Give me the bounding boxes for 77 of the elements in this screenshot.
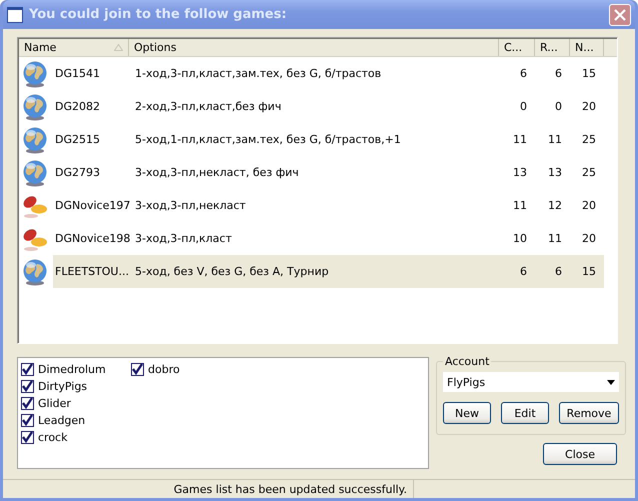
player-label[interactable]: crock — [38, 431, 68, 444]
checkbox[interactable] — [21, 380, 34, 393]
table-cell-text: DGNovice197 — [54, 198, 129, 214]
column-header[interactable]: C... — [499, 39, 535, 56]
caret-icon — [607, 380, 615, 384]
game-row[interactable]: FLEETSTOU... 5-ход, без V, без G, без A, Турнир 6 6 15 — [19, 255, 617, 288]
player-label[interactable]: dobro — [148, 363, 180, 376]
checkbox[interactable] — [21, 414, 34, 427]
sort-arrow-icon — [114, 44, 123, 51]
column-header[interactable]: N... — [570, 39, 604, 56]
table-cell-text: 3-ход,3-пл,некласт — [134, 198, 247, 214]
table-cell-text: 6 — [519, 66, 528, 82]
player-label[interactable]: DirtyPigs — [38, 380, 88, 393]
checkbox[interactable] — [21, 363, 34, 376]
close-dialog-button[interactable]: Close — [543, 443, 617, 465]
table-cell-text: 25 — [581, 132, 597, 148]
player-label[interactable]: Dimedrolum — [38, 363, 106, 376]
game-row[interactable]: DG2082 2-ход,3-пл,класт,без фич 0 0 20 — [19, 90, 617, 123]
table-cell-text: 13 — [512, 165, 528, 181]
table-cell-text: DG1541 — [54, 66, 101, 82]
globe-icon — [21, 126, 49, 154]
game-row[interactable]: DGNovice197 3-ход,3-пл,некласт 11 12 20 — [19, 189, 617, 222]
group-label: Account — [444, 355, 490, 368]
game-row[interactable]: DG2793 3-ход,3-пл,некласт, без фич 13 13 25 — [19, 156, 617, 189]
table-cell-text: 11 — [547, 132, 563, 148]
player-label[interactable]: Glider — [38, 397, 71, 410]
close-icon — [614, 8, 626, 20]
table-cell-text: 20 — [581, 231, 597, 247]
game-row[interactable]: DGNovice198 3-ход,3-пл,класт 10 11 20 — [19, 222, 617, 255]
table-cell-text: 10 — [512, 231, 528, 247]
table-cell: 6 — [499, 255, 535, 288]
checkbox[interactable] — [21, 397, 34, 410]
table-cell: 6 — [535, 255, 570, 288]
account-button[interactable]: Edit — [501, 402, 549, 424]
table-cell-text: 2-ход,3-пл,класт,без фич — [134, 99, 282, 115]
table-cell-text: 11 — [512, 198, 528, 214]
table-cell: FLEETSTOU... — [53, 255, 129, 288]
account-dropdown[interactable]: FlyPigs — [443, 372, 619, 392]
table-cell-text: 0 — [554, 99, 563, 115]
table-cell-text: 20 — [581, 198, 597, 214]
table-cell-text: 25 — [581, 165, 597, 181]
table-cell-text: 3-ход,3-пл,некласт, без фич — [134, 165, 300, 181]
checkbox[interactable] — [131, 363, 144, 376]
column-header[interactable]: R... — [535, 39, 570, 56]
game-row[interactable]: DG1541 1-ход,3-пл,класт,зам.тех, без G, б/трастов 6 6 15 — [19, 57, 617, 90]
table-cell-text: 12 — [547, 198, 563, 214]
column-header[interactable]: Options — [129, 39, 499, 56]
game-row[interactable]: DG2515 5-ход,1-пл,класт,зам.тех, без G, б/трастов,+1 11 11 25 — [19, 123, 617, 156]
globe-icon — [21, 158, 49, 186]
table-cell-text: 1-ход,3-пл,класт,зам.тех, без G, б/трастов — [134, 66, 382, 82]
account-button[interactable]: Remove — [559, 402, 619, 424]
window-icon — [7, 6, 23, 22]
account-button[interactable]: New — [443, 402, 491, 424]
table-cell-text: 13 — [547, 165, 563, 181]
table-cell-text: 11 — [512, 132, 528, 148]
globe-icon — [21, 258, 49, 286]
table-cell-text: 15 — [581, 66, 597, 82]
table-cell-text: 6 — [554, 66, 563, 82]
close-button[interactable] — [609, 4, 631, 26]
table-cell-text: 3-ход,3-пл,класт — [134, 231, 233, 247]
globe-icon — [21, 92, 49, 120]
table-cell-text: DG2082 — [54, 99, 101, 115]
globe-icon — [21, 60, 49, 88]
table-cell-text: 11 — [547, 231, 563, 247]
table-cell: 15 — [570, 255, 604, 288]
column-header[interactable]: Name — [19, 39, 129, 56]
checkbox[interactable] — [21, 431, 34, 444]
status-text: Games list has been updated successfully. — [3, 480, 414, 498]
table-cell: 5-ход, без V, без G, без A, Турнир — [129, 255, 499, 288]
table-cell-text: DGNovice198 — [54, 231, 129, 247]
table-cell-text: 0 — [519, 99, 528, 115]
window-title: You could join to the follow games: — [29, 7, 288, 22]
player-label[interactable]: Leadgen — [38, 414, 86, 427]
table-cell-text: 20 — [581, 99, 597, 115]
table-cell-text: DG2793 — [54, 165, 101, 181]
table-cell-text: 5-ход,1-пл,класт,зам.тех, без G, б/трастов,+1 — [134, 132, 402, 148]
table-cell-text: DG2515 — [54, 132, 101, 148]
